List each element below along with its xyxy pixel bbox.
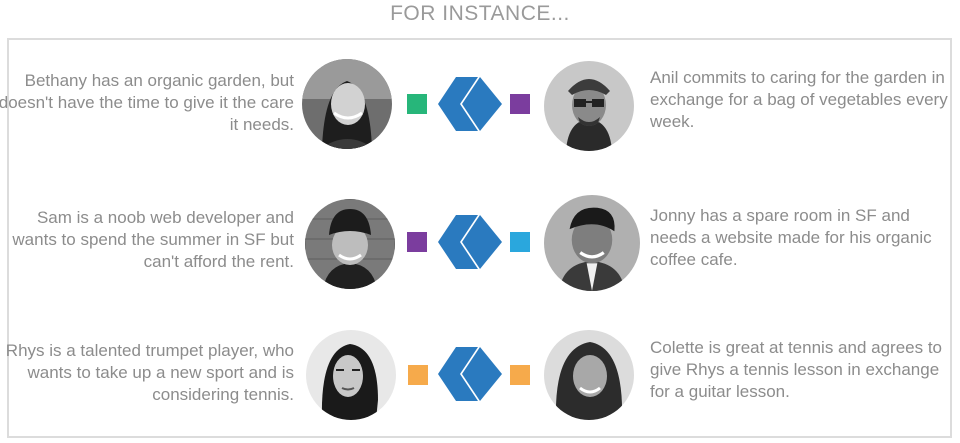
avatar-left (305, 199, 395, 289)
status-square-right (510, 94, 530, 114)
status-square-right (510, 232, 530, 252)
person-photo-icon (544, 195, 640, 291)
left-description: Rhys is a talented trumpet player, who w… (5, 341, 294, 404)
person-photo-icon (544, 330, 634, 420)
double-chevron-left-icon (438, 215, 502, 269)
left-description: Bethany has an organic garden, but doesn… (0, 71, 294, 134)
right-description: Jonny has a spare room in SF and needs a… (650, 206, 932, 269)
avatar-right (544, 330, 634, 420)
avatar-right (544, 61, 634, 151)
avatar-left (302, 59, 392, 149)
right-description: Colette is great at tennis and agrees to… (650, 338, 943, 401)
left-description: Sam is a noob web developer and wants to… (12, 208, 294, 271)
person-photo-icon (544, 61, 634, 151)
status-square-left (407, 232, 427, 252)
status-square-left (407, 94, 427, 114)
example-row-2: Sam is a noob web developer and wants to… (0, 195, 960, 295)
double-chevron-left-icon (438, 77, 502, 131)
person-photo-icon (306, 330, 396, 420)
example-row-1: Bethany has an organic garden, but doesn… (0, 57, 960, 157)
right-description: Anil commits to caring for the garden in… (650, 68, 948, 131)
avatar-left (306, 330, 396, 420)
avatar-right (544, 195, 640, 291)
person-photo-icon (302, 59, 392, 149)
status-square-left (408, 365, 428, 385)
person-photo-icon (305, 199, 395, 289)
status-square-right (510, 365, 530, 385)
page-heading: FOR INSTANCE... (390, 2, 570, 25)
example-row-3: Rhys is a talented trumpet player, who w… (0, 327, 960, 427)
double-chevron-left-icon (438, 347, 502, 401)
